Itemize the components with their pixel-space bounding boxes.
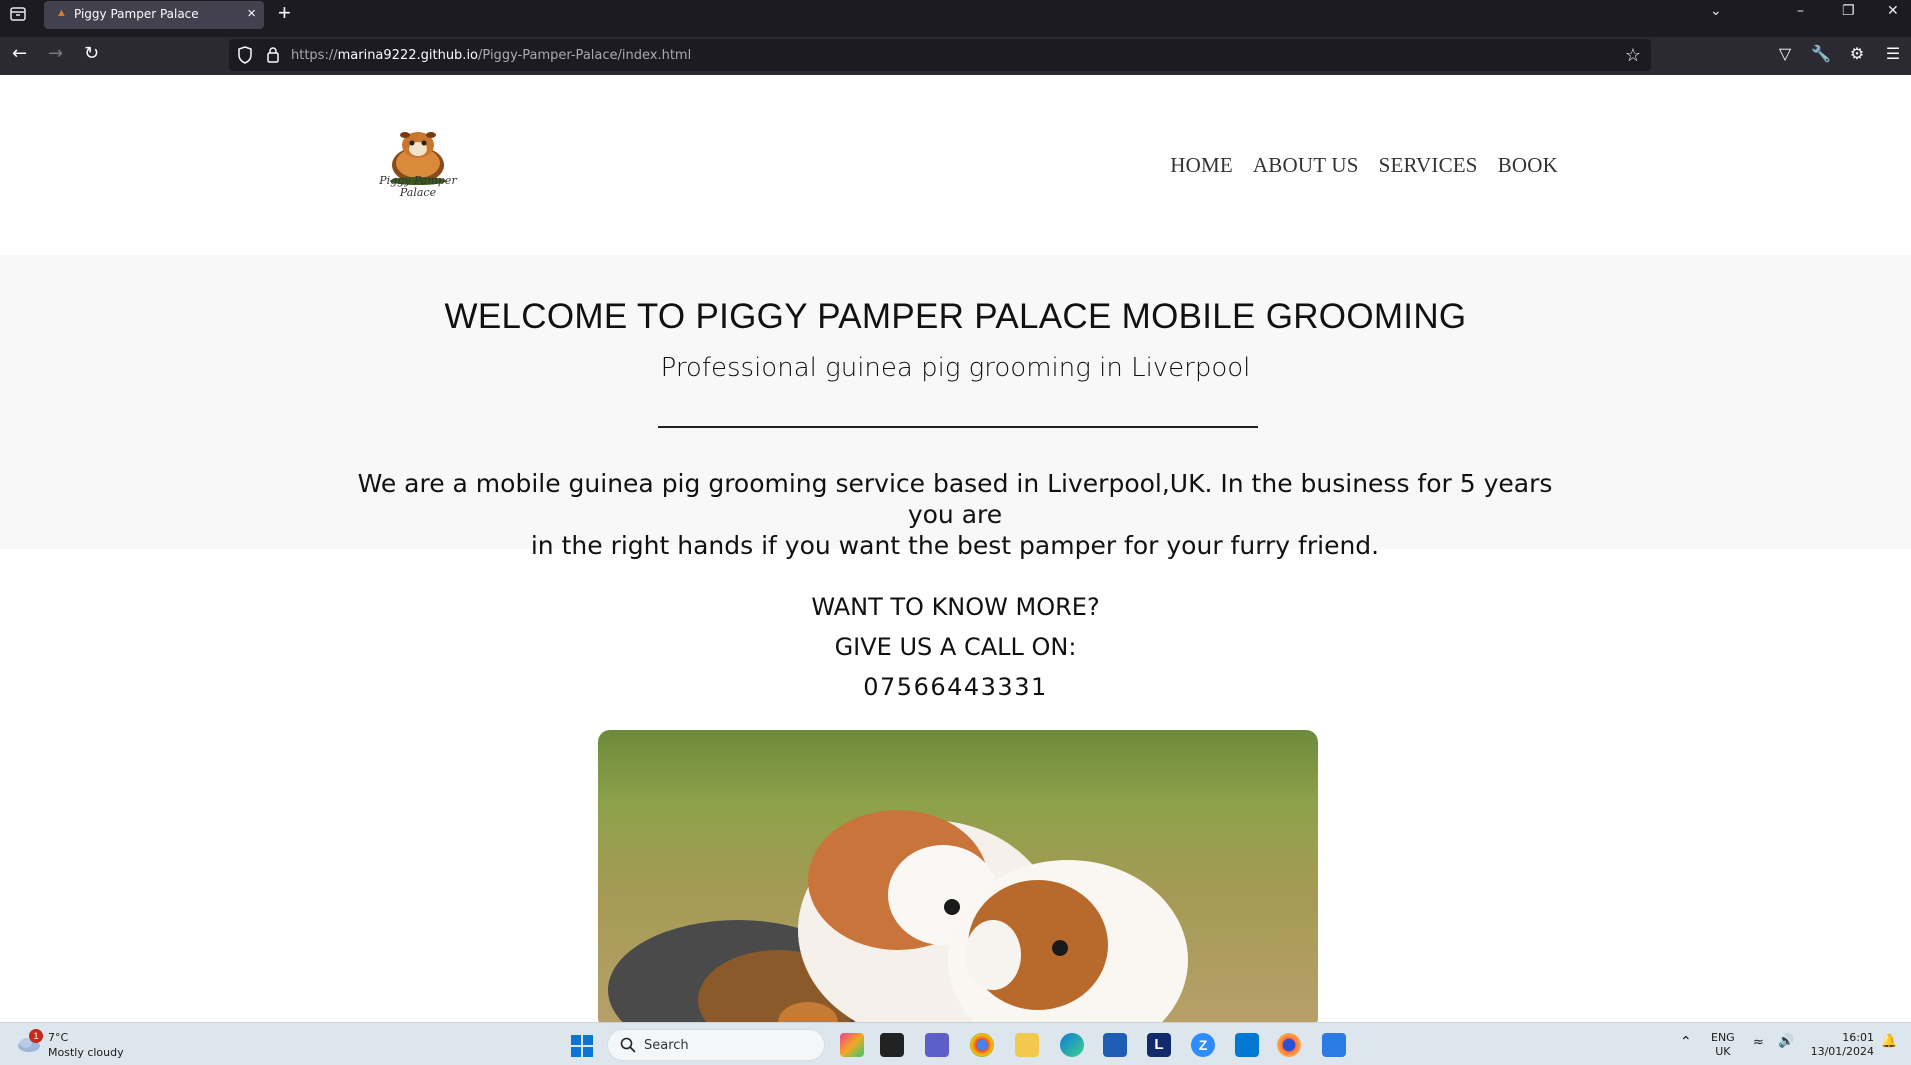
terminal-app-icon[interactable] <box>880 1033 904 1057</box>
copilot-app-icon[interactable] <box>840 1033 864 1057</box>
reload-icon[interactable]: ↻ <box>84 45 99 63</box>
contact-call-text: GIVE US A CALL ON: <box>834 633 1077 661</box>
taskbar-search[interactable]: Search <box>607 1029 825 1061</box>
tab-active[interactable]: ▲ Piggy Pamper Palace × <box>44 1 264 29</box>
hero-intro: We are a mobile guinea pig grooming serv… <box>357 469 1553 560</box>
extensions-icon[interactable]: ⚙ <box>1847 44 1867 64</box>
contact-section: WANT TO KNOW MORE? GIVE US A CALL ON: 07… <box>0 587 1911 707</box>
notification-bell-icon[interactable]: 🔔 <box>1881 1035 1897 1049</box>
main-nav: HOME ABOUT US SERVICES BOOK <box>1170 153 1558 178</box>
url-text[interactable]: https://marina9222.github.io/Piggy-Pampe… <box>291 48 691 63</box>
tab-title: Piggy Pamper Palace <box>74 7 199 21</box>
chrome-app-icon[interactable] <box>970 1033 994 1057</box>
tab-list-icon[interactable] <box>8 4 28 24</box>
volume-icon[interactable]: 🔊 <box>1778 1035 1794 1049</box>
nav-services[interactable]: SERVICES <box>1379 153 1478 178</box>
taskbar: 1 7°C Mostly cloudy Search L Z ⌃ ENG UK … <box>0 1022 1911 1065</box>
forward-icon[interactable]: → <box>48 45 63 63</box>
nav-book[interactable]: BOOK <box>1498 153 1558 178</box>
teams-app-icon[interactable] <box>925 1033 949 1057</box>
site-header: Piggy Pamper Palace HOME ABOUT US SERVIC… <box>0 75 1911 255</box>
store-app-icon[interactable] <box>1103 1033 1127 1057</box>
pocket-icon[interactable]: ▽ <box>1775 44 1795 64</box>
chevron-up-icon[interactable]: ⌃ <box>1680 1035 1692 1049</box>
vscode-app-icon[interactable] <box>1235 1033 1259 1057</box>
hero-section: WELCOME TO PIGGY PAMPER PALACE MOBILE GR… <box>0 255 1911 560</box>
nav-home[interactable]: HOME <box>1170 153 1233 178</box>
guinea-pigs-photo <box>598 730 1318 1022</box>
wifi-icon[interactable]: ≈ <box>1753 1036 1764 1050</box>
favicon-icon: ▲ <box>56 7 67 19</box>
close-tab-icon[interactable]: × <box>247 5 256 22</box>
lock-icon[interactable] <box>266 46 280 63</box>
nav-bar: ← → ↻ https://marina9222.github.io/Piggy… <box>0 37 1911 75</box>
minimize-button[interactable]: – <box>1797 3 1804 19</box>
url-bar[interactable]: https://marina9222.github.io/Piggy-Pampe… <box>229 39 1651 71</box>
hero-subtitle: Professional guinea pig grooming in Live… <box>660 353 1251 383</box>
search-icon <box>620 1037 636 1053</box>
l-app-icon[interactable]: L <box>1147 1033 1171 1057</box>
close-window-button[interactable]: ✕ <box>1887 3 1899 19</box>
edge-app-icon[interactable] <box>1060 1033 1084 1057</box>
new-tab-button[interactable]: + <box>278 2 291 24</box>
back-icon[interactable]: ← <box>12 45 27 63</box>
wrench-icon[interactable]: 🔧 <box>1811 44 1831 64</box>
contact-heading: WANT TO KNOW MORE? <box>811 593 1100 621</box>
clock[interactable]: 16:01 13/01/2024 <box>1808 1031 1874 1059</box>
language-indicator[interactable]: ENG UK <box>1711 1031 1735 1059</box>
paint-app-icon[interactable] <box>1322 1033 1346 1057</box>
logo-text: Piggy Pamper Palace <box>379 174 457 199</box>
weather-widget[interactable]: 7°C Mostly cloudy <box>48 1030 124 1060</box>
browser-chrome: ▲ Piggy Pamper Palace × + ⌄ – ❐ ✕ ← → ↻ … <box>0 0 1911 75</box>
web-page: Piggy Pamper Palace HOME ABOUT US SERVIC… <box>0 75 1911 1022</box>
zoom-app-icon[interactable]: Z <box>1191 1033 1215 1057</box>
list-all-tabs-icon[interactable]: ⌄ <box>1710 3 1722 19</box>
tab-bar: ▲ Piggy Pamper Palace × + ⌄ – ❐ ✕ <box>0 0 1911 30</box>
bookmark-star-icon[interactable]: ☆ <box>1625 45 1641 66</box>
file-explorer-icon[interactable] <box>1015 1033 1039 1057</box>
firefox-app-icon[interactable] <box>1277 1033 1301 1057</box>
divider <box>658 426 1258 428</box>
shield-icon[interactable] <box>237 46 253 64</box>
notification-badge: 1 <box>29 1029 43 1043</box>
guinea-pigs-image <box>608 810 1188 1022</box>
nav-about-us[interactable]: ABOUT US <box>1253 153 1359 178</box>
phone-number[interactable]: 07566443331 <box>0 667 1911 707</box>
restore-button[interactable]: ❐ <box>1842 3 1855 19</box>
windows-start-icon[interactable] <box>571 1035 593 1057</box>
menu-icon[interactable]: ☰ <box>1883 44 1903 64</box>
hero-title: WELCOME TO PIGGY PAMPER PALACE MOBILE GR… <box>444 297 1467 336</box>
